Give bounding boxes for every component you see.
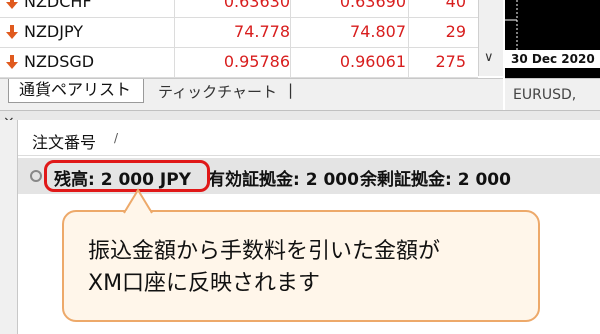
arrow-down-icon [6, 25, 18, 39]
callout-line: XM口座に反映されます [88, 271, 321, 296]
ask-price: 0.63690 [339, 0, 406, 11]
callout-pointer [123, 188, 153, 214]
ask-price: 74.807 [350, 22, 406, 41]
terminal-splitter[interactable] [0, 110, 600, 120]
equity-value: 有効証拠金: 2 000 [208, 170, 359, 190]
callout-text: 振込金額から手数料を引いた金額が XM口座に反映されます [88, 236, 528, 300]
symbol-name: NZDJPY [24, 22, 84, 41]
symbol-name: NZDSGD [24, 52, 95, 71]
column-header-order[interactable]: 注文番号 [32, 129, 96, 153]
column-divider [408, 0, 409, 88]
symbol-row[interactable]: NZDCHF 0.63630 0.63690 40 [0, 0, 478, 18]
callout-line: 振込金額から手数料を引いた金額が [88, 239, 441, 264]
chart-tabbar: EURUSD, [505, 78, 600, 110]
terminal-side-strip [0, 120, 18, 334]
spread-value: 40 [445, 0, 466, 11]
bid-price: 74.778 [234, 22, 290, 41]
bid-price: 0.95786 [223, 52, 290, 71]
terminal-header: 注文番号 / [18, 120, 600, 156]
free-margin-value: 余剰証拠金: 2 000 [360, 170, 511, 190]
callout-box: 振込金額から手数料を引いた金額が XM口座に反映されます [62, 210, 540, 322]
tab-tick-chart[interactable]: ティックチャート [158, 81, 277, 102]
circle-icon [30, 170, 42, 182]
chevron-down-icon[interactable]: ∨ [484, 50, 494, 65]
market-watch-tabbar: 通貨ペアリスト ティックチャート | [0, 78, 503, 110]
sort-indicator: / [114, 131, 119, 145]
chart-grid [505, 0, 518, 50]
scrollbar[interactable]: ∨ [478, 0, 503, 76]
tab-symbols[interactable]: 通貨ペアリスト [8, 79, 144, 103]
bid-price: 0.63630 [223, 0, 290, 11]
column-divider [174, 0, 175, 88]
spread-value: 275 [435, 52, 466, 71]
chart-date-label: 30 Dec 2020 [505, 50, 600, 68]
tab-chart-eurusd[interactable]: EURUSD, [513, 87, 576, 103]
spread-value: 29 [445, 22, 466, 41]
symbol-row[interactable]: NZDSGD 0.95786 0.96061 275 [0, 48, 478, 78]
arrow-down-icon [6, 0, 18, 9]
symbol-name: NZDCHF [24, 0, 92, 11]
ask-price: 0.96061 [339, 52, 406, 71]
tab-separator: | [288, 81, 294, 99]
symbol-row[interactable]: NZDJPY 74.778 74.807 29 [0, 18, 478, 48]
column-divider [290, 0, 291, 88]
arrow-down-icon [6, 55, 18, 69]
